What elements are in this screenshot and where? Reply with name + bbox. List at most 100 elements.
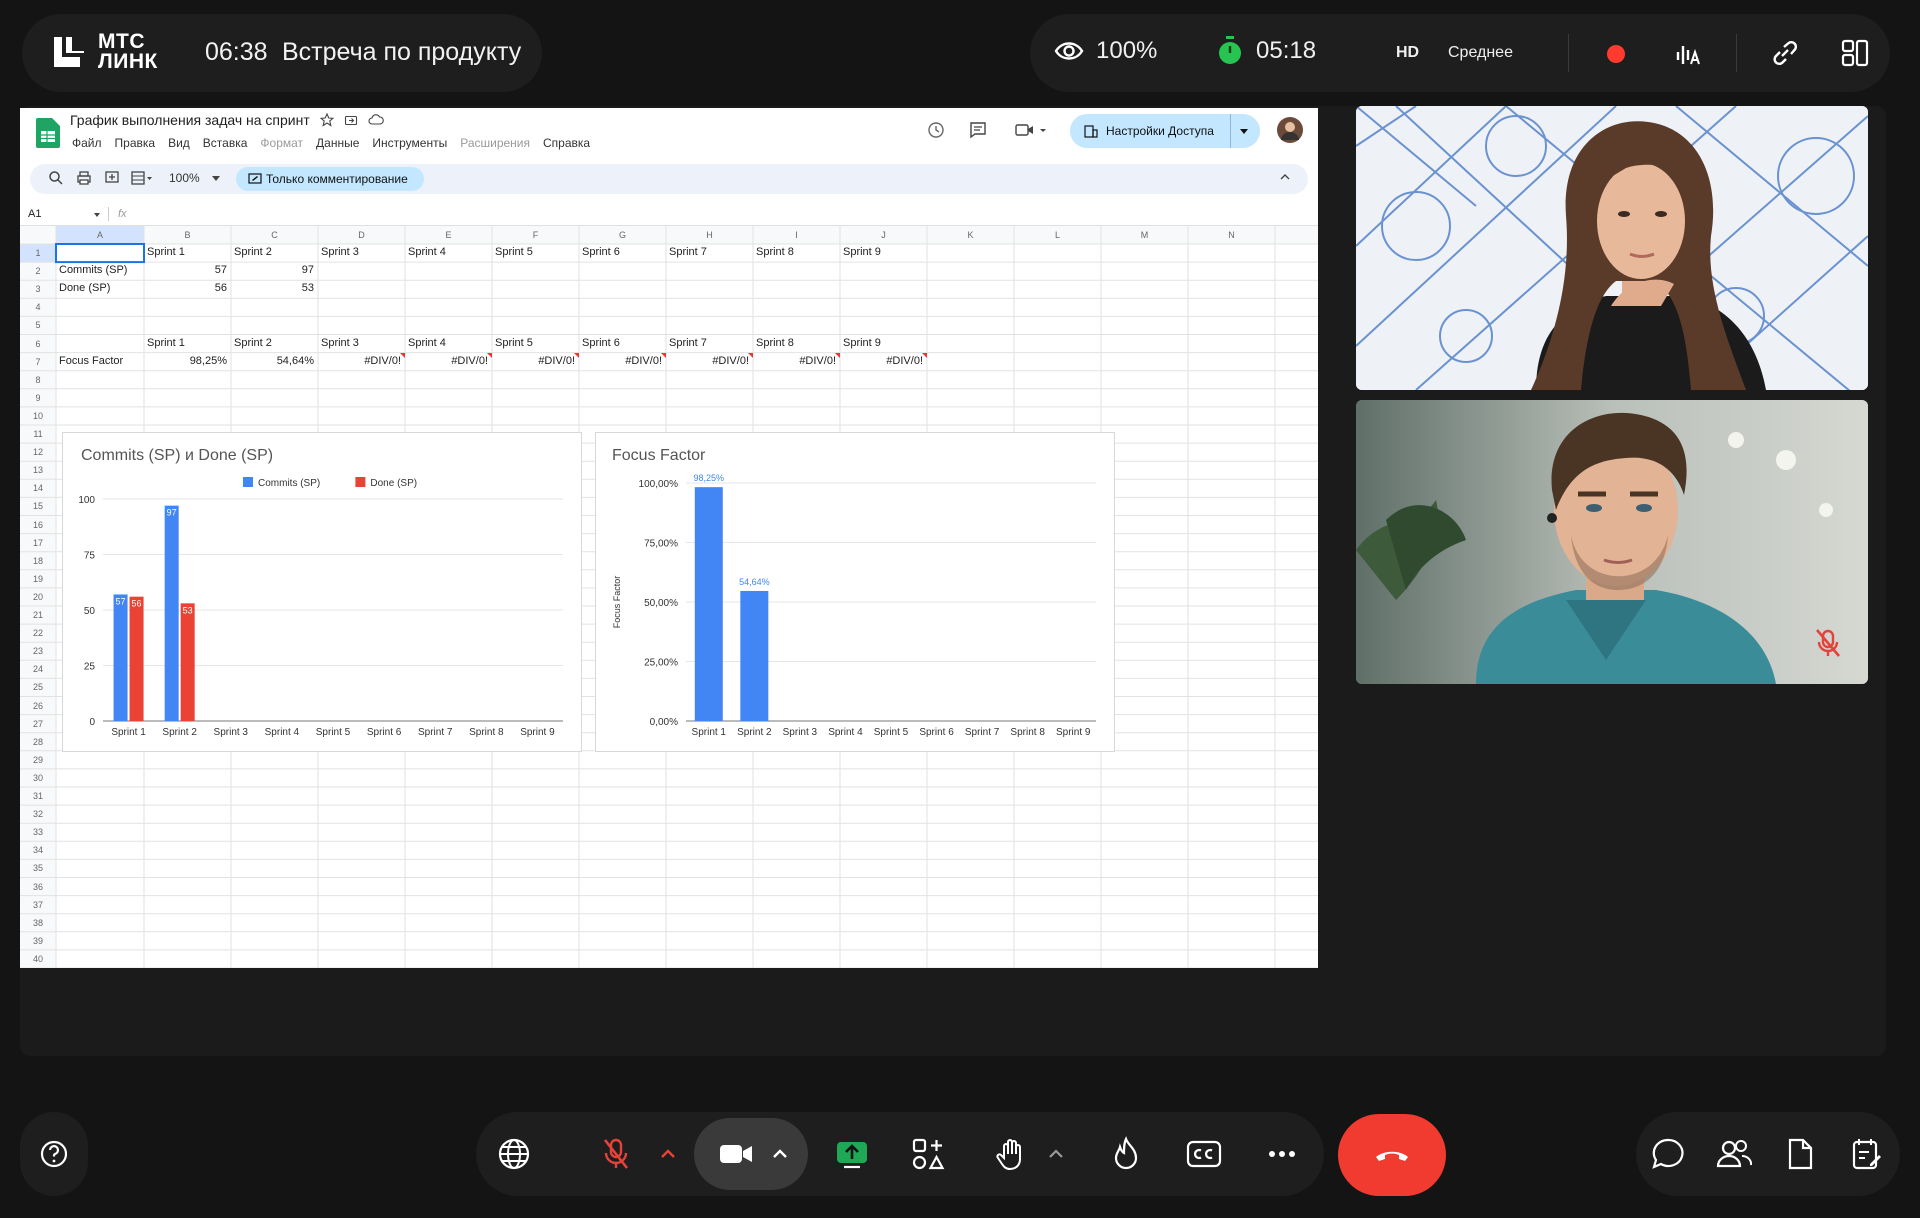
quality-badge[interactable]: HD [1396, 44, 1419, 62]
column-header-h[interactable]: H [666, 226, 753, 244]
menu-format[interactable]: Формат [260, 136, 303, 150]
menu-edit[interactable]: Правка [115, 136, 156, 150]
menu-tools[interactable]: Инструменты [372, 136, 447, 150]
zoom-level[interactable]: 100% [169, 171, 200, 185]
cell[interactable]: Sprint 8 [756, 337, 839, 349]
cell[interactable]: Commits (SP) [59, 264, 143, 276]
row-header[interactable]: 32 [20, 809, 56, 819]
cell[interactable]: Sprint 2 [234, 337, 317, 349]
row-header[interactable]: 15 [20, 501, 56, 511]
column-header-f[interactable]: F [492, 226, 579, 244]
raise-hand-icon[interactable] [990, 1132, 1034, 1176]
row-header[interactable]: 24 [20, 664, 56, 674]
globe-icon[interactable] [492, 1132, 536, 1176]
row-header[interactable]: 22 [20, 628, 56, 638]
access-settings-button[interactable]: Настройки Доступа [1070, 114, 1260, 148]
cell[interactable]: Sprint 1 [147, 246, 230, 258]
row-header[interactable]: 20 [20, 592, 56, 602]
cell[interactable]: Sprint 4 [408, 246, 491, 258]
cell[interactable]: Sprint 2 [234, 246, 317, 258]
collapse-toolbar-icon[interactable] [1280, 174, 1290, 180]
chat-icon[interactable] [1646, 1132, 1690, 1176]
row-header[interactable]: 12 [20, 447, 56, 457]
files-icon[interactable] [1778, 1132, 1822, 1176]
cell[interactable]: Sprint 3 [321, 337, 404, 349]
name-box[interactable]: A1 [28, 208, 41, 220]
row-header[interactable]: 34 [20, 845, 56, 855]
menu-data[interactable]: Данные [316, 136, 359, 150]
cell[interactable]: Sprint 6 [582, 337, 665, 349]
document-title[interactable]: График выполнения задач на спринт [70, 112, 310, 128]
row-header[interactable]: 6 [20, 339, 56, 349]
row-header[interactable]: 19 [20, 574, 56, 584]
cell[interactable]: Sprint 7 [669, 246, 752, 258]
cell[interactable]: 53 [231, 282, 314, 294]
cell[interactable]: Done (SP) [59, 282, 143, 294]
camera-icon[interactable] [714, 1132, 758, 1176]
record-dot-icon[interactable] [1606, 44, 1626, 64]
row-header[interactable]: 27 [20, 719, 56, 729]
column-header-j[interactable]: J [840, 226, 927, 244]
end-call-button[interactable] [1338, 1114, 1446, 1196]
row-header[interactable]: 26 [20, 701, 56, 711]
column-header-b[interactable]: B [144, 226, 231, 244]
row-header[interactable]: 30 [20, 773, 56, 783]
row-header[interactable]: 4 [20, 302, 56, 312]
cell[interactable]: Focus Factor [59, 355, 143, 367]
cell[interactable]: Sprint 9 [843, 246, 926, 258]
row-header[interactable]: 7 [20, 357, 56, 367]
captions-icon[interactable] [1182, 1132, 1226, 1176]
row-header[interactable]: 2 [20, 266, 56, 276]
link-icon[interactable] [1770, 38, 1800, 68]
column-header-k[interactable]: K [927, 226, 1014, 244]
cell[interactable]: Sprint 5 [495, 337, 578, 349]
layout-icon[interactable] [1840, 38, 1870, 68]
quality-label[interactable]: Среднее [1448, 44, 1513, 62]
screen-share-icon[interactable] [830, 1132, 874, 1176]
cell[interactable]: Sprint 9 [843, 337, 926, 349]
row-header[interactable]: 23 [20, 646, 56, 656]
search-icon[interactable] [48, 170, 64, 186]
row-header[interactable]: 36 [20, 882, 56, 892]
cell[interactable]: #DIV/0! [405, 355, 488, 367]
row-header[interactable]: 28 [20, 737, 56, 747]
column-header-i[interactable]: I [753, 226, 840, 244]
more-icon[interactable] [1260, 1132, 1304, 1176]
mic-off-icon[interactable] [594, 1132, 638, 1176]
column-header-c[interactable]: C [231, 226, 318, 244]
row-header[interactable]: 25 [20, 682, 56, 692]
avatar[interactable] [1276, 116, 1304, 144]
cell[interactable]: 98,25% [144, 355, 227, 367]
audio-level-icon[interactable] [1674, 40, 1702, 68]
cell[interactable]: #DIV/0! [753, 355, 836, 367]
cell[interactable]: #DIV/0! [666, 355, 749, 367]
apps-icon[interactable] [906, 1132, 950, 1176]
row-header[interactable]: 14 [20, 483, 56, 493]
row-header[interactable]: 39 [20, 936, 56, 946]
row-header[interactable]: 40 [20, 954, 56, 964]
cell[interactable]: Sprint 3 [321, 246, 404, 258]
hand-options-chevron-icon[interactable] [1034, 1132, 1078, 1176]
cell[interactable]: #DIV/0! [318, 355, 401, 367]
cell[interactable]: #DIV/0! [492, 355, 575, 367]
row-header[interactable]: 9 [20, 393, 56, 403]
add-comment-icon[interactable] [104, 170, 120, 186]
row-header[interactable]: 13 [20, 465, 56, 475]
meet-icon[interactable] [1014, 120, 1048, 140]
filter-views-icon[interactable] [130, 170, 154, 186]
cell[interactable]: 56 [144, 282, 227, 294]
cell[interactable]: Sprint 1 [147, 337, 230, 349]
column-header-g[interactable]: G [579, 226, 666, 244]
camera-options-chevron-icon[interactable] [758, 1132, 802, 1176]
print-icon[interactable] [76, 170, 92, 186]
cell[interactable]: Sprint 5 [495, 246, 578, 258]
cell[interactable]: 54,64% [231, 355, 314, 367]
chart-commits-done[interactable]: Commits (SP) и Done (SP) 0 25 50 75 100 Sprin… [62, 432, 582, 752]
menu-help[interactable]: Справка [543, 136, 590, 150]
history-icon[interactable] [926, 120, 946, 140]
column-header-n[interactable]: N [1188, 226, 1275, 244]
column-header-a[interactable]: A [56, 226, 144, 244]
participant-video-woman[interactable] [1356, 106, 1868, 390]
zoom-dropdown-icon[interactable] [212, 176, 220, 181]
menu-view[interactable]: Вид [168, 136, 190, 150]
